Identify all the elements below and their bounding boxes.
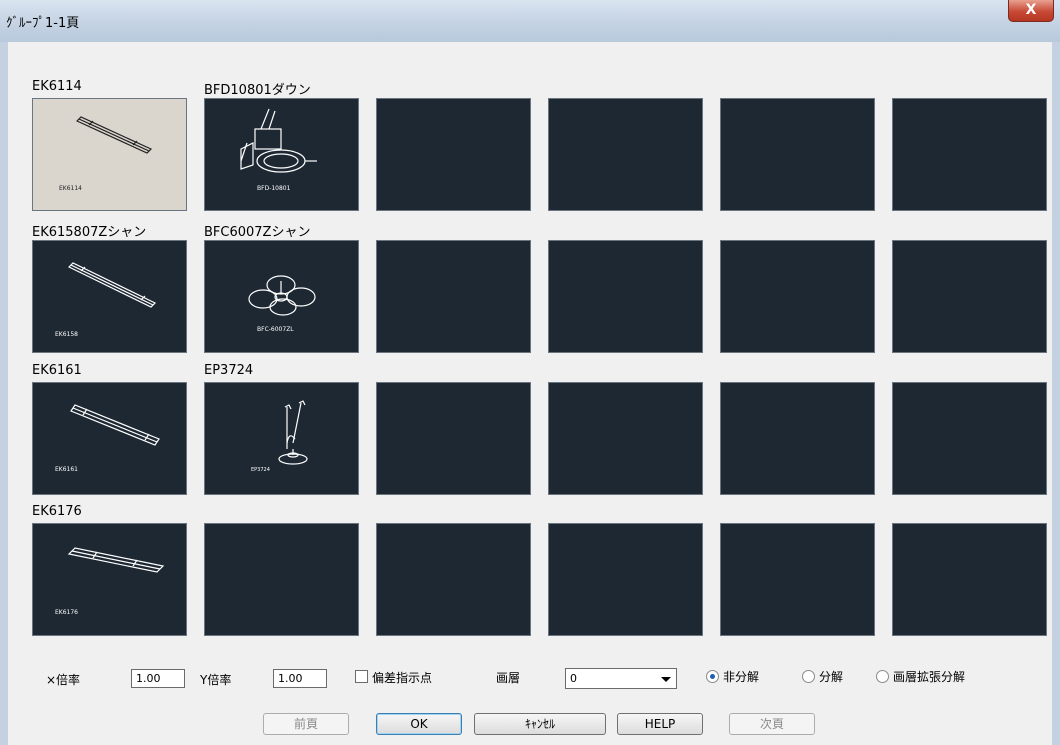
thumb-caption: EK6158 [55, 331, 78, 338]
cancel-button[interactable]: ｷｬﾝｾﾙ [474, 713, 606, 735]
grid-cell-4-4[interactable] [548, 523, 703, 636]
offset-point-checkbox[interactable] [355, 670, 368, 683]
x-scale-label: ×倍率 [46, 673, 81, 687]
grid-cell-2-4[interactable] [548, 240, 703, 353]
cell-label: BFC6007Zシャン [204, 225, 311, 240]
y-scale-input[interactable]: 1.00 [273, 669, 327, 688]
cell-label: EK6176 [32, 504, 82, 519]
grid-cell-2-6[interactable] [892, 240, 1047, 353]
close-icon: X [1025, 2, 1037, 18]
grid-cell-4-1[interactable]: EK6176 EK6176 [32, 504, 187, 636]
linear-fixture-drawing: EK6158 [55, 262, 157, 338]
grid-cell-1-2[interactable]: BFD10801ダウン BFD-10801 [204, 83, 359, 211]
thumb-caption: BFD-10801 [257, 185, 291, 192]
block-thumbnail[interactable]: EK6158 [32, 240, 187, 353]
grid-cell-4-5[interactable] [720, 523, 875, 636]
block-thumbnail[interactable]: EK6161 [32, 382, 187, 495]
window-frame-right [1052, 42, 1060, 745]
window-title: ｸﾞﾙｰﾌﾟ1-1頁 [6, 16, 80, 31]
cell-label: EK6161 [32, 363, 82, 378]
cell-label: EK6114 [32, 79, 82, 94]
linear-fixture-drawing: EK6114 [59, 116, 153, 192]
grid-cell-1-5[interactable] [720, 98, 875, 211]
empty-thumbnail[interactable] [548, 98, 703, 211]
y-scale-label: Y倍率 [200, 673, 232, 687]
empty-thumbnail[interactable] [376, 98, 531, 211]
close-button[interactable]: X [1008, 0, 1054, 22]
grid-cell-1-1[interactable]: EK6114 EK6114 [32, 79, 187, 211]
empty-thumbnail[interactable] [892, 240, 1047, 353]
layer-label: 画層 [496, 671, 521, 685]
chevron-down-icon[interactable] [661, 677, 671, 682]
block-thumbnail[interactable]: EK6114 [32, 98, 187, 211]
offset-point-label: 偏差指示点 [372, 671, 433, 685]
grid-cell-3-4[interactable] [548, 382, 703, 495]
radio-explode[interactable] [802, 670, 815, 683]
grid-cell-1-4[interactable] [548, 98, 703, 211]
grid-cell-2-3[interactable] [376, 240, 531, 353]
empty-thumbnail[interactable] [204, 523, 359, 636]
grid-cell-3-5[interactable] [720, 382, 875, 495]
thumb-caption: EK6176 [55, 609, 78, 616]
block-thumbnail[interactable]: EK6176 [32, 523, 187, 636]
cell-label: BFD10801ダウン [204, 83, 311, 98]
radio-layer-explode[interactable] [876, 670, 889, 683]
thumb-caption: EK6161 [55, 466, 78, 473]
grid-cell-1-6[interactable] [892, 98, 1047, 211]
thumb-caption: EP3724 [251, 467, 270, 473]
cell-label: EP3724 [204, 363, 254, 378]
downlight-drawing: BFD-10801 [240, 108, 317, 192]
grid-cell-4-6[interactable] [892, 523, 1047, 636]
grid-cell-2-2[interactable]: BFC6007Zシャン BFC-6007ZL [204, 225, 359, 353]
layer-dropdown-value: 0 [570, 672, 577, 685]
empty-thumbnail[interactable] [376, 523, 531, 636]
thumb-caption: BFC-6007ZL [257, 326, 294, 333]
chandelier-drawing: BFC-6007ZL [248, 275, 316, 333]
dialog-window: ｸﾞﾙｰﾌﾟ1-1頁 X EK6114 EK6114 BFD10801ダウン B… [0, 0, 1060, 745]
radio-no-explode-label: 非分解 [723, 670, 760, 684]
empty-thumbnail[interactable] [892, 98, 1047, 211]
grid-cell-3-2[interactable]: EP3724 EP3724 [204, 363, 359, 495]
empty-thumbnail[interactable] [720, 240, 875, 353]
block-thumbnail[interactable]: EP3724 [204, 382, 359, 495]
window-frame-left [0, 42, 8, 745]
empty-thumbnail[interactable] [892, 382, 1047, 495]
grid-cell-4-3[interactable] [376, 523, 531, 636]
empty-thumbnail[interactable] [376, 382, 531, 495]
title-bar[interactable]: ｸﾞﾙｰﾌﾟ1-1頁 X [0, 0, 1060, 42]
thumb-caption: EK6114 [59, 185, 82, 192]
grid-cell-3-3[interactable] [376, 382, 531, 495]
block-thumbnail[interactable]: BFD-10801 [204, 98, 359, 211]
linear-fixture-drawing: EK6161 [55, 404, 160, 473]
linear-fixture-drawing: EK6176 [55, 547, 165, 616]
radio-explode-label: 分解 [819, 670, 844, 684]
empty-thumbnail[interactable] [892, 523, 1047, 636]
block-thumbnail[interactable]: BFC-6007ZL [204, 240, 359, 353]
grid-cell-2-5[interactable] [720, 240, 875, 353]
empty-thumbnail[interactable] [548, 382, 703, 495]
grid-cell-4-2[interactable] [204, 523, 359, 636]
grid-cell-3-1[interactable]: EK6161 EK6161 [32, 363, 187, 495]
radio-no-explode[interactable] [706, 670, 719, 683]
empty-thumbnail[interactable] [548, 240, 703, 353]
prev-page-button[interactable]: 前頁 [263, 713, 349, 735]
cell-label: EK615807Zシャン [32, 225, 147, 240]
radio-layer-explode-label: 画層拡張分解 [893, 670, 966, 684]
ok-button[interactable]: OK [376, 713, 462, 735]
grid-cell-2-1[interactable]: EK615807Zシャン EK6158 [32, 225, 187, 353]
empty-thumbnail[interactable] [548, 523, 703, 636]
empty-thumbnail[interactable] [376, 240, 531, 353]
grid-cell-1-3[interactable] [376, 98, 531, 211]
pendant-drawing: EP3724 [251, 400, 308, 473]
layer-dropdown[interactable]: 0 [565, 668, 677, 689]
empty-thumbnail[interactable] [720, 98, 875, 211]
next-page-button[interactable]: 次頁 [729, 713, 815, 735]
empty-thumbnail[interactable] [720, 523, 875, 636]
empty-thumbnail[interactable] [720, 382, 875, 495]
grid-cell-3-6[interactable] [892, 382, 1047, 495]
help-button[interactable]: HELP [617, 713, 703, 735]
x-scale-input[interactable]: 1.00 [131, 669, 185, 688]
